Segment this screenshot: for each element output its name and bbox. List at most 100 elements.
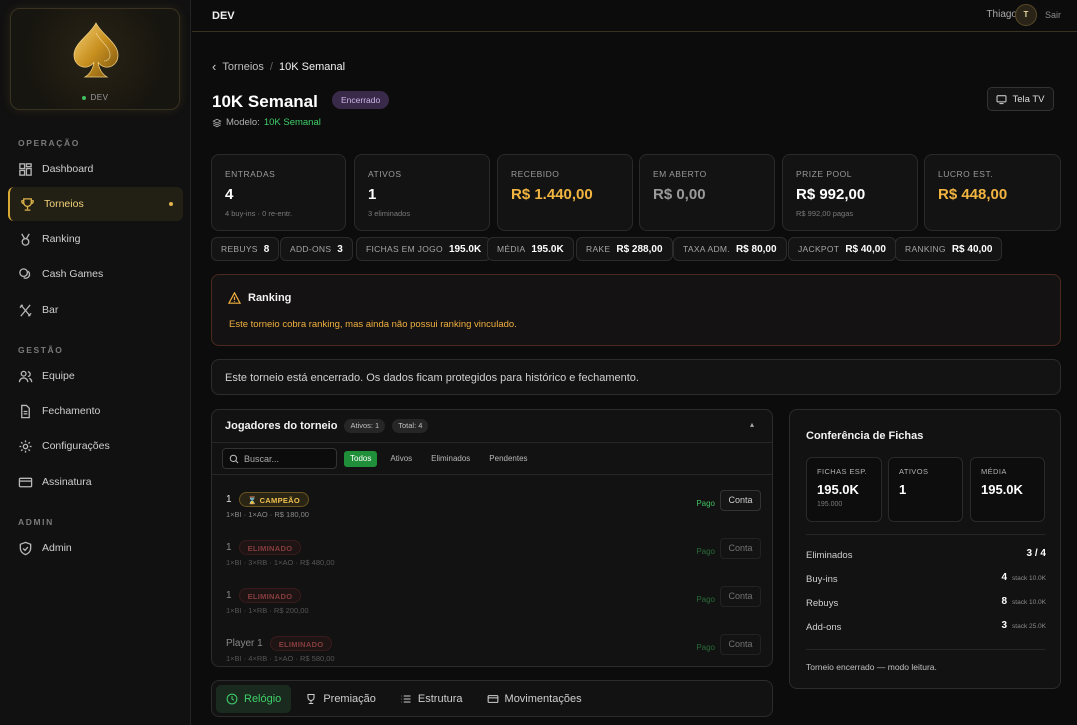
sidebar-item-fechamento[interactable]: Fechamento — [8, 394, 183, 428]
coins-icon — [19, 267, 31, 279]
stat-value: R$ 0,00 — [653, 186, 706, 203]
chip-media: MÉDIA 195.0K — [487, 237, 574, 261]
stat-sub: 4 buy-ins · 0 re-entr. — [225, 209, 293, 218]
logout-link[interactable]: Sair — [1045, 10, 1061, 20]
tv-button-label: Tela TV — [1012, 93, 1045, 105]
sidebar: DEV OPERAÇÃO Dashboard Torneios Ranking … — [0, 0, 191, 725]
list-icon — [401, 694, 411, 703]
avatar[interactable]: T — [1015, 4, 1037, 26]
tab-premiacao[interactable]: Premiação — [295, 685, 386, 713]
conf-row-eliminados: Eliminados 3 / 4 — [806, 548, 1046, 561]
stat-value: 4 — [225, 186, 234, 203]
collapse-icon[interactable]: ▴ — [750, 420, 754, 429]
conta-button[interactable]: Conta — [720, 490, 761, 511]
user-name: Thiago — [986, 9, 1017, 20]
table-row[interactable]: 1 ⌛ CAMPEÃO 1×BI · 1×AO · R$ 180,00 Pago … — [212, 482, 772, 530]
warning-icon — [228, 292, 241, 304]
player-name: 1 — [226, 494, 232, 505]
chip-value: 195.0K — [448, 243, 482, 255]
env-label: DEV — [212, 9, 235, 22]
stat-label: EM ABERTO — [653, 169, 707, 179]
filter-todos[interactable]: Todos — [344, 450, 378, 467]
stat-value: R$ 992,00 — [796, 186, 866, 203]
paid-status: Pago — [696, 595, 715, 604]
sidebar-item-bar[interactable]: Bar — [8, 293, 183, 327]
search-input[interactable]: Buscar... — [222, 448, 337, 469]
chip-fichas: FICHAS EM JOGO 195.0K — [356, 237, 492, 261]
sidebar-item-equipe[interactable]: Equipe — [8, 359, 183, 393]
spade-logo-icon — [73, 22, 119, 78]
chip-rebuys: REBUYS 8 — [211, 237, 280, 261]
section-admin: ADMIN — [18, 517, 54, 527]
player-name-line: 1 ELIMINADO — [226, 540, 302, 555]
stat-label: ENTRADAS — [225, 169, 276, 179]
search-placeholder: Buscar... — [244, 453, 280, 464]
sidebar-item-configuracoes[interactable]: Configurações — [8, 429, 183, 463]
breadcrumb-parent[interactable]: Torneios — [222, 61, 264, 73]
sidebar-item-label: Torneios — [44, 198, 84, 210]
conta-button[interactable]: Conta — [720, 634, 761, 655]
logo-env-text: DEV — [90, 93, 109, 102]
status-badge: Encerrado — [332, 91, 390, 109]
filter-pendentes[interactable]: Pendentes — [483, 451, 533, 467]
sidebar-item-dashboard[interactable]: Dashboard — [8, 152, 183, 186]
tab-label: Estrutura — [417, 692, 463, 705]
stat-value: R$ 448,00 — [938, 186, 1008, 203]
chip-value: R$ 40,00 — [845, 243, 886, 255]
table-row[interactable]: 1 ELIMINADO 1×BI · 3×RB · 1×AO · R$ 480,0… — [212, 530, 772, 578]
conf-value-text: 8 — [1001, 596, 1008, 607]
sidebar-item-assinatura[interactable]: Assinatura — [8, 465, 183, 499]
conf-row-label: Add-ons — [806, 622, 842, 633]
conf-value-text: 4 — [1001, 572, 1008, 583]
tv-button[interactable]: Tela TV — [987, 87, 1054, 111]
tab-label: Movimentações — [504, 692, 582, 705]
chevron-left-icon[interactable]: ‹ — [212, 59, 216, 74]
stat-card-lucro: LUCRO EST. R$ 448,00 — [924, 154, 1061, 231]
conta-button[interactable]: Conta — [720, 586, 761, 607]
tournament-tabs: Relógio Premiação Estrutura Movimentaçõe… — [211, 680, 773, 717]
shield-icon — [19, 541, 32, 555]
eliminated-badge: ELIMINADO — [238, 540, 302, 555]
chip-value: R$ 40,00 — [951, 243, 993, 255]
conf-box-ativos: ATIVOS 1 — [888, 457, 963, 522]
chip-label: FICHAS EM JOGO — [366, 244, 443, 254]
stack-note: stack 10.0K — [1012, 599, 1046, 606]
model-link[interactable]: 10K Semanal — [264, 117, 321, 128]
player-name-line: Player 1 ELIMINADO — [226, 636, 333, 651]
chip-label: RANKING — [905, 244, 946, 254]
filter-eliminados[interactable]: Eliminados — [425, 451, 476, 467]
table-row[interactable]: Player 1 ELIMINADO 1×BI · 4×RB · 1×AO · R… — [212, 626, 772, 666]
eliminated-badge: ELIMINADO — [238, 588, 302, 603]
stat-card-entradas: ENTRADAS 4 4 buy-ins · 0 re-entr. — [211, 154, 346, 231]
tab-relogio[interactable]: Relógio — [216, 684, 292, 713]
conta-button[interactable]: Conta — [720, 538, 761, 559]
chip-value: R$ 80,00 — [735, 243, 777, 255]
tab-movimentacoes[interactable]: Movimentações — [477, 685, 592, 713]
chip-conference-panel: Conferência de Fichas FICHAS ESP. 195.0K… — [789, 409, 1061, 689]
player-detail: 1×BI · 1×AO · R$ 180,00 — [226, 510, 309, 519]
tab-estrutura[interactable]: Estrutura — [390, 685, 473, 713]
stack-note: stack 10.0K — [1012, 575, 1046, 582]
filter-ativos[interactable]: Ativos — [384, 451, 418, 467]
player-name-line: 1 ELIMINADO — [226, 588, 302, 603]
table-row[interactable]: 1 ELIMINADO 1×BI · 1×RB · R$ 200,00 Pago … — [212, 578, 772, 626]
stat-label: RECEBIDO — [511, 169, 560, 179]
search-icon — [229, 454, 239, 463]
conf-row-value: 4 stack 10.0K — [1001, 572, 1046, 583]
sidebar-item-torneios[interactable]: Torneios — [8, 187, 183, 221]
topbar: DEV Thiago T Sair — [192, 0, 1077, 32]
model-line: Modelo: 10K Semanal — [212, 117, 321, 128]
logo-env-label: DEV — [11, 93, 179, 102]
sidebar-item-label: Fechamento — [42, 405, 101, 417]
divider — [806, 649, 1045, 650]
chip-value: R$ 288,00 — [616, 243, 663, 255]
alert-heading: Ranking — [228, 292, 291, 304]
conf-row-label: Rebuys — [806, 598, 839, 609]
sidebar-item-admin[interactable]: Admin — [8, 531, 183, 565]
sidebar-item-ranking[interactable]: Ranking — [8, 222, 183, 256]
stat-label: PRIZE POOL — [796, 169, 853, 179]
chip-rake: RAKE R$ 288,00 — [576, 237, 673, 261]
chip-value: 195.0K — [531, 243, 564, 255]
tab-label: Relógio — [244, 692, 282, 705]
sidebar-item-cash-games[interactable]: Cash Games — [8, 257, 183, 291]
